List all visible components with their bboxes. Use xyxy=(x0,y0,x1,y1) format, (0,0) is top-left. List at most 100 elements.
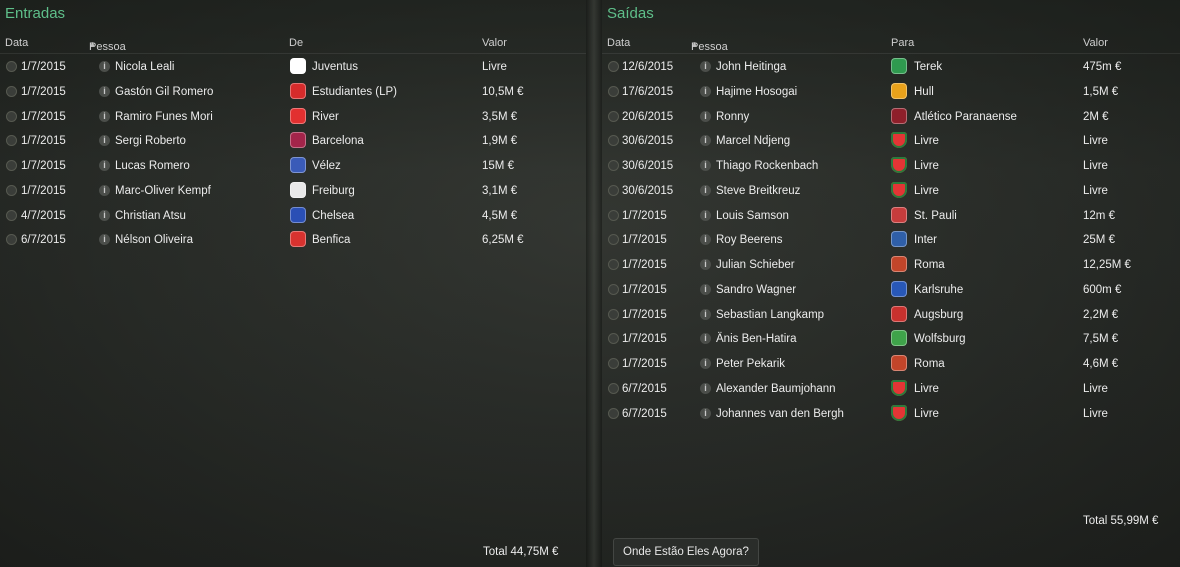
info-icon[interactable]: i xyxy=(700,283,711,295)
info-icon[interactable]: i xyxy=(700,61,711,72)
table-row[interactable]: 30/6/2015 i Steve Breitkreuz Livre Livre xyxy=(602,179,1180,204)
table-row[interactable]: 6/7/2015 i Johannes van den Bergh Livre Livr… xyxy=(602,402,1180,427)
row-club-name[interactable]: Karlsruhe xyxy=(914,284,963,296)
row-club-name[interactable]: Estudiantes (LP) xyxy=(312,86,397,98)
info-icon[interactable]: i xyxy=(700,160,711,171)
table-row[interactable]: 1/7/2015 i Peter Pekarik Roma 4,6M € xyxy=(602,352,1180,377)
row-club-name[interactable]: Livre xyxy=(914,408,939,420)
row-club-name[interactable]: Juventus xyxy=(312,61,358,73)
row-club-name[interactable]: Augsburg xyxy=(914,309,963,321)
table-row[interactable]: 1/7/2015 i Marc-Oliver Kempf Freiburg 3,1M € xyxy=(0,179,586,204)
row-club-name[interactable]: Hull xyxy=(914,86,934,98)
table-row[interactable]: 1/7/2015 i Nicola Leali Juventus Livre xyxy=(0,55,586,80)
row-club-name[interactable]: Livre xyxy=(914,160,939,172)
table-row[interactable]: 12/6/2015 i John Heitinga Terek 475m € xyxy=(602,55,1180,80)
table-row[interactable]: 1/7/2015 i Sandro Wagner Karlsruhe 600m € xyxy=(602,278,1180,303)
table-row[interactable]: 1/7/2015 i Roy Beerens Inter 25M € xyxy=(602,228,1180,253)
row-club-name[interactable]: Freiburg xyxy=(312,185,355,197)
info-icon[interactable]: i xyxy=(700,135,711,147)
table-row[interactable]: 6/7/2015 i Nélson Oliveira Benfica 6,25M € xyxy=(0,228,586,253)
row-person-name[interactable]: Alexander Baumjohann xyxy=(716,383,836,395)
info-icon[interactable]: i xyxy=(99,184,110,196)
row-club-name[interactable]: Terek xyxy=(914,61,942,73)
table-row[interactable]: 1/7/2015 i Sebastian Langkamp Augsburg 2,2M … xyxy=(602,303,1180,328)
row-person-name[interactable]: Marcel Ndjeng xyxy=(716,135,790,147)
info-icon[interactable]: i xyxy=(99,234,110,246)
row-club-name[interactable]: Roma xyxy=(914,259,945,271)
info-icon[interactable]: i xyxy=(700,184,711,196)
row-club-name[interactable]: Wolfsburg xyxy=(914,333,966,345)
info-icon[interactable]: i xyxy=(700,382,711,394)
column-date-header[interactable]: Data xyxy=(5,37,28,49)
where-are-they-now-button[interactable]: Onde Estão Eles Agora? xyxy=(613,538,759,566)
row-person-name[interactable]: Lucas Romero xyxy=(115,160,190,172)
table-row[interactable]: 6/7/2015 i Alexander Baumjohann Livre Livre xyxy=(602,377,1180,402)
row-club-name[interactable]: St. Pauli xyxy=(914,210,957,222)
row-person-name[interactable]: Roy Beerens xyxy=(716,234,782,246)
table-row[interactable]: 4/7/2015 i Christian Atsu Chelsea 4,5M € xyxy=(0,204,586,229)
row-club-name[interactable]: Livre xyxy=(914,383,939,395)
info-icon[interactable]: i xyxy=(700,407,711,419)
row-person-name[interactable]: Thiago Rockenbach xyxy=(716,160,818,172)
table-row[interactable]: 1/7/2015 i Julian Schieber Roma 12,25M € xyxy=(602,253,1180,278)
row-club-name[interactable]: River xyxy=(312,111,339,123)
row-person-name[interactable]: Sebastian Langkamp xyxy=(716,309,824,321)
info-icon[interactable]: i xyxy=(99,135,110,147)
row-person-name[interactable]: Steve Breitkreuz xyxy=(716,185,800,197)
row-club-name[interactable]: Vélez xyxy=(312,160,341,172)
row-person-name[interactable]: Christian Atsu xyxy=(115,210,186,222)
row-person-name[interactable]: Sandro Wagner xyxy=(716,284,796,296)
table-row[interactable]: 1/7/2015 i Ramiro Funes Mori River 3,5M € xyxy=(0,105,586,130)
table-row[interactable]: 1/7/2015 i Lucas Romero Vélez 15M € xyxy=(0,154,586,179)
row-person-name[interactable]: Julian Schieber xyxy=(716,259,795,271)
row-club-name[interactable]: Atlético Paranaense xyxy=(914,111,1017,123)
info-icon[interactable]: i xyxy=(700,110,711,122)
row-person-name[interactable]: Ramiro Funes Mori xyxy=(115,111,213,123)
column-to-header[interactable]: Para xyxy=(891,37,914,49)
row-person-name[interactable]: Sergi Roberto xyxy=(115,135,186,147)
row-person-name[interactable]: Nicola Leali xyxy=(115,61,174,73)
info-icon[interactable]: i xyxy=(99,160,110,171)
table-row[interactable]: 1/7/2015 i Änis Ben-Hatira Wolfsburg 7,5M € xyxy=(602,327,1180,352)
info-icon[interactable]: i xyxy=(99,85,110,97)
row-person-name[interactable]: Louis Samson xyxy=(716,210,789,222)
row-club-name[interactable]: Roma xyxy=(914,358,945,370)
table-row[interactable]: 30/6/2015 i Marcel Ndjeng Livre Livre xyxy=(602,129,1180,154)
row-person-name[interactable]: Peter Pekarik xyxy=(716,358,785,370)
table-row[interactable]: 30/6/2015 i Thiago Rockenbach Livre Livre xyxy=(602,154,1180,179)
row-person-name[interactable]: Marc-Oliver Kempf xyxy=(115,185,211,197)
table-row[interactable]: 20/6/2015 i Ronny Atlético Paranaense 2M € xyxy=(602,105,1180,130)
row-club-name[interactable]: Livre xyxy=(914,185,939,197)
column-date-header[interactable]: Data xyxy=(607,37,630,49)
table-row[interactable]: 1/7/2015 i Louis Samson St. Pauli 12m € xyxy=(602,204,1180,229)
info-icon[interactable]: i xyxy=(700,234,711,246)
row-person-name[interactable]: Johannes van den Bergh xyxy=(716,408,844,420)
info-icon[interactable]: i xyxy=(99,209,110,221)
row-person-name[interactable]: Ronny xyxy=(716,111,749,123)
info-icon[interactable]: i xyxy=(700,209,711,221)
row-club-name[interactable]: Barcelona xyxy=(312,135,364,147)
table-row[interactable]: 1/7/2015 i Sergi Roberto Barcelona 1,9M € xyxy=(0,129,586,154)
info-icon[interactable]: i xyxy=(700,358,711,369)
info-icon[interactable]: i xyxy=(700,85,711,97)
row-person-name[interactable]: Hajime Hosogai xyxy=(716,86,797,98)
info-icon[interactable]: i xyxy=(700,259,711,270)
row-person-name[interactable]: Änis Ben-Hatira xyxy=(716,333,797,345)
row-club-name[interactable]: Chelsea xyxy=(312,210,354,222)
row-club-name[interactable]: Livre xyxy=(914,135,939,147)
row-person-name[interactable]: Nélson Oliveira xyxy=(115,234,193,246)
info-icon[interactable]: i xyxy=(99,61,110,72)
table-row[interactable]: 17/6/2015 i Hajime Hosogai Hull 1,5M € xyxy=(602,80,1180,105)
info-icon[interactable]: i xyxy=(700,308,711,320)
column-from-header[interactable]: De xyxy=(289,37,303,49)
row-club-name[interactable]: Benfica xyxy=(312,234,350,246)
row-status-icon xyxy=(6,184,17,196)
table-row[interactable]: 1/7/2015 i Gastón Gil Romero Estudiantes (L… xyxy=(0,80,586,105)
column-value-header[interactable]: Valor xyxy=(482,37,507,49)
row-person-name[interactable]: John Heitinga xyxy=(716,61,786,73)
row-club-name[interactable]: Inter xyxy=(914,234,937,246)
info-icon[interactable]: i xyxy=(99,110,110,122)
row-person-name[interactable]: Gastón Gil Romero xyxy=(115,86,213,98)
info-icon[interactable]: i xyxy=(700,333,711,345)
column-value-header[interactable]: Valor xyxy=(1083,37,1108,49)
